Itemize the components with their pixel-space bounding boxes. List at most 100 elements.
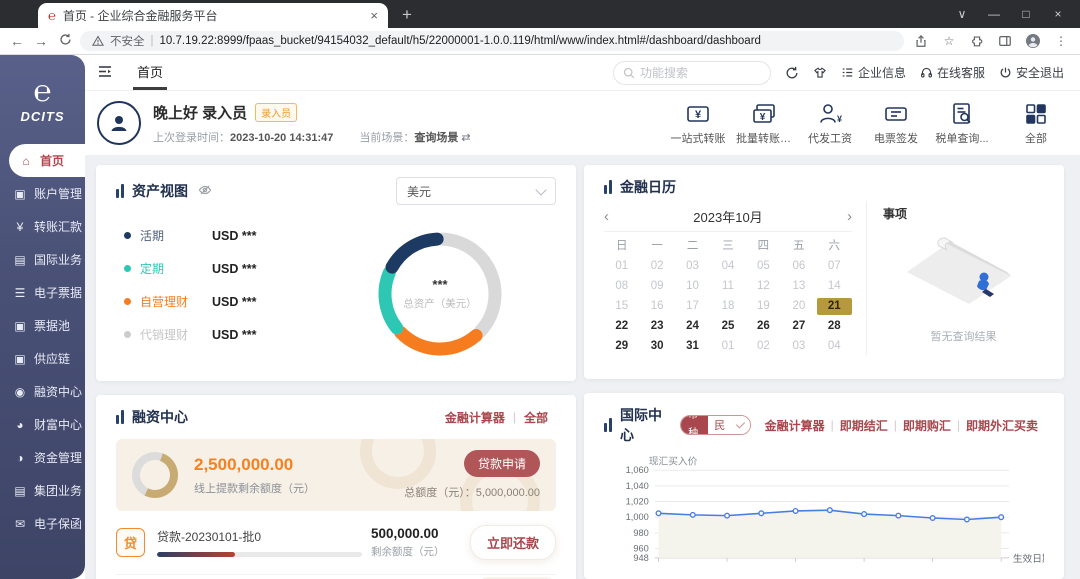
intl-link-4[interactable]: 即期外汇买卖 [960,417,1044,434]
calendar-day[interactable]: 03 [781,338,816,355]
legend-row-1: 活期USD *** [124,219,324,252]
side-panel-icon[interactable] [994,34,1016,48]
calendar-day[interactable]: 23 [639,318,674,335]
maximize-icon[interactable]: □ [1010,7,1042,21]
eye-off-icon[interactable] [198,183,212,200]
currency-kind-select[interactable]: 币种 人民币 [680,415,750,435]
calendar-day[interactable]: 25 [710,318,745,335]
calendar-day[interactable]: 29 [604,338,639,355]
quick-action-1[interactable]: ¥一站式转账 [670,101,726,146]
calendar-day[interactable]: 16 [639,298,674,315]
scene-swap-icon[interactable]: ⇄ [461,132,470,144]
repay-button[interactable]: 立即还款 [470,525,556,560]
url-bar[interactable]: 不安全 | 10.7.19.22:8999/fpaas_bucket/94154… [80,31,904,51]
intl-link-3[interactable]: 即期购汇 [897,417,957,434]
calendar-day[interactable]: 28 [817,318,852,335]
calendar-day[interactable]: 12 [746,278,781,295]
calendar-day[interactable]: 17 [675,298,710,315]
sidebar-item-label: 融资中心 [34,383,82,400]
calendar-day[interactable]: 05 [746,258,781,275]
calendar-day[interactable]: 14 [817,278,852,295]
calendar-day[interactable]: 13 [781,278,816,295]
intl-link-2[interactable]: 即期结汇 [834,417,894,434]
currency-select[interactable]: 美元 [396,177,556,205]
extensions-puzzle-icon[interactable] [966,34,988,48]
back-icon[interactable]: ← [8,33,26,49]
bookmark-star-icon[interactable]: ☆ [938,34,960,48]
new-tab-button[interactable]: + [402,5,412,25]
sidebar-item-7[interactable]: ▣供应链 [0,342,85,375]
sidebar-item-4[interactable]: ▤国际业务 [0,243,85,276]
share-icon[interactable] [910,34,932,48]
calendar-day[interactable]: 30 [639,338,674,355]
calendar-day[interactable]: 01 [604,258,639,275]
calendar-day[interactable]: 10 [675,278,710,295]
browser-tab[interactable]: ℮ 首页 - 企业综合金融服务平台 × [38,3,388,28]
calendar-day[interactable]: 19 [746,298,781,315]
close-icon[interactable]: × [1042,7,1074,21]
logout-button[interactable]: 安全退出 [999,64,1064,81]
company-info-button[interactable]: 企业信息 [841,64,906,81]
favicon: ℮ [48,8,56,24]
calendar-day[interactable]: 21 [817,298,852,315]
finance-link-2[interactable]: 全部 [516,409,556,426]
quick-action-3[interactable]: ¥代发工资 [802,101,858,146]
calendar-day[interactable]: 20 [781,298,816,315]
calendar-day[interactable]: 03 [675,258,710,275]
calendar-day[interactable]: 26 [746,318,781,335]
minimize-icon[interactable]: — [978,7,1010,21]
calendar-next-icon[interactable]: › [828,208,852,225]
calendar-day[interactable]: 02 [639,258,674,275]
intl-link-1[interactable]: 金融计算器 [759,417,831,434]
quick-action-label: 一站式转账 [670,130,726,146]
calendar-day[interactable]: 15 [604,298,639,315]
sidebar-item-8[interactable]: ◉融资中心 [0,375,85,408]
search-icon [623,67,635,79]
calendar-day[interactable]: 08 [604,278,639,295]
sidebar-item-6[interactable]: ▣票据池 [0,309,85,342]
sidebar-item-2[interactable]: ▣账户管理 [0,177,85,210]
calendar-day[interactable]: 31 [675,338,710,355]
collapse-menu-icon[interactable] [97,64,113,82]
browser-menu-icon[interactable]: ⋮ [1050,34,1072,48]
calendar-day[interactable]: 01 [710,338,745,355]
sidebar-item-3[interactable]: ¥转账汇款 [0,210,85,243]
quick-action-6[interactable]: 全部 [1008,101,1064,146]
refresh-icon[interactable] [785,66,799,80]
calendar-day[interactable]: 24 [675,318,710,335]
search-input[interactable]: 功能搜索 [613,61,771,85]
finance-link-1[interactable]: 金融计算器 [437,409,513,426]
forward-icon[interactable]: → [32,33,50,49]
tab-close-icon[interactable]: × [370,8,378,23]
quick-action-4[interactable]: 电票签发 [868,101,924,146]
loan-apply-button[interactable]: 贷款申请 [464,450,540,477]
calendar-prev-icon[interactable]: ‹ [604,208,628,225]
quick-action-2[interactable]: ¥批量转账/... [736,101,792,146]
profile-avatar-icon[interactable] [1022,33,1044,49]
window-menu-icon[interactable]: ∨ [946,7,978,21]
doc-icon: ▤ [13,253,27,267]
calendar-day[interactable]: 04 [817,338,852,355]
calendar-day[interactable]: 06 [781,258,816,275]
sidebar-item-5[interactable]: ☰电子票据 [0,276,85,309]
reload-icon[interactable] [56,33,74,49]
sidebar-item-1[interactable]: ⌂首页 [9,144,85,177]
tab-home[interactable]: 首页 [133,55,167,90]
calendar-day[interactable]: 04 [710,258,745,275]
calendar-day[interactable]: 27 [781,318,816,335]
sidebar-item-11[interactable]: ▤集团业务 [0,474,85,507]
credit-summary-card: 2,500,000.00 线上提款剩余额度（元） 贷款申请 总额度（元）：5,0… [116,439,556,511]
quick-action-5[interactable]: 税单查询... [934,101,990,146]
current-scene[interactable]: 当前场景：查询场景 ⇄ [359,129,470,145]
calendar-day[interactable]: 22 [604,318,639,335]
calendar-day[interactable]: 09 [639,278,674,295]
sidebar-item-12[interactable]: ✉电子保函 [0,507,85,540]
calendar-day[interactable]: 18 [710,298,745,315]
calendar-day[interactable]: 11 [710,278,745,295]
sidebar-item-10[interactable]: ◑资金管理 [0,441,85,474]
sidebar-item-9[interactable]: ◕财富中心 [0,408,85,441]
online-service-button[interactable]: 在线客服 [920,64,985,81]
calendar-day[interactable]: 07 [817,258,852,275]
theme-skin-icon[interactable] [813,66,827,80]
calendar-day[interactable]: 02 [746,338,781,355]
